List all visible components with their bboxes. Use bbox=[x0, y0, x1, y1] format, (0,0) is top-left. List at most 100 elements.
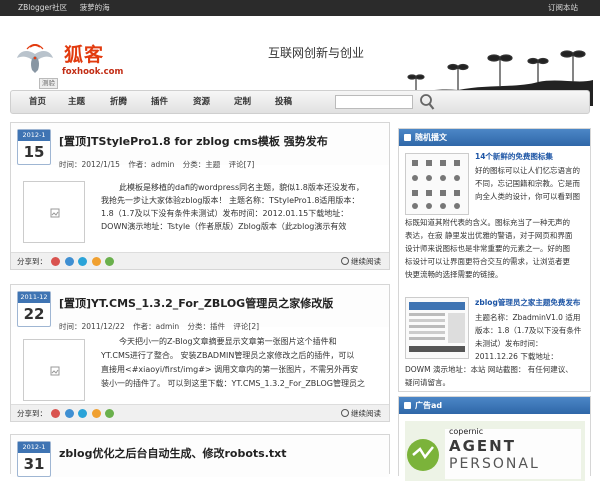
post-thumbnail[interactable] bbox=[23, 339, 85, 401]
post-excerpt-line: 装小一的插件了。 可以到这里下载：YT.CMS_1.3.2_For_ZBLOG管… bbox=[101, 379, 365, 388]
random-post-line: 标既知道其附代表的含义。图标充当了一种无声的 bbox=[405, 218, 570, 227]
subscribe-link[interactable]: 订阅本站 bbox=[548, 0, 578, 16]
share-weibo-icon[interactable] bbox=[51, 409, 61, 418]
random-post-line: DOWM 演示地址：本站 网站截图： 有任何建议、 bbox=[405, 365, 573, 374]
logo-domain-text: foxhook.com bbox=[62, 67, 124, 77]
random-post-line: 不同，忘记国籍和宗教。它是而 bbox=[475, 179, 580, 188]
post-date-year-month: 2011-12 bbox=[18, 292, 50, 303]
post-excerpt-line: 1.8（1.7及以下没有条件未测试）发布时间：2012.01.15下载地址： bbox=[101, 209, 349, 218]
zbadmin-theme-thumbnail[interactable] bbox=[405, 297, 469, 359]
post-meta: 时间：2012/1/15 作者：admin 分类：主题 评论[7] bbox=[59, 159, 260, 170]
post-title[interactable]: zblog优化之后台自动生成、修改robots.txt bbox=[59, 445, 287, 461]
site-screenshot-icon bbox=[409, 302, 465, 352]
share-renren-icon[interactable] bbox=[91, 409, 101, 418]
share-qzone-icon[interactable] bbox=[64, 257, 74, 266]
post-thumbnail[interactable] bbox=[23, 181, 85, 243]
top-bar: ZBlogger社区 菠萝的海 订阅本站 bbox=[0, 0, 600, 16]
post-comments[interactable]: 评论[7] bbox=[229, 160, 255, 169]
site-slogan: 互联网创新与创业 bbox=[268, 46, 365, 60]
nav-item-plugins[interactable]: 插件 bbox=[151, 91, 168, 113]
nav-item-themes[interactable]: 主题 bbox=[68, 91, 85, 113]
post-category[interactable]: 分类：主题 bbox=[183, 160, 221, 169]
random-post-line: 好的图标可以让人们忆忘语言的 bbox=[475, 166, 580, 175]
random-post-line: 2011.12.26 下载地址： bbox=[475, 352, 558, 361]
post-comments[interactable]: 评论[2] bbox=[233, 322, 259, 331]
random-post-link[interactable]: 14个新鲜的免费图标集 bbox=[475, 151, 553, 164]
post-excerpt-line: 今天把小一的Z-Blog文章摘要显示文章第一张图片这个插件和 bbox=[119, 337, 337, 346]
topbar-link-zblogger[interactable]: ZBlogger社区 bbox=[18, 3, 67, 12]
random-post-line: 版本：1.8（1.7及以下没有条件 bbox=[475, 326, 582, 335]
nav-item-submit[interactable]: 投稿 bbox=[275, 91, 292, 113]
ad-banner[interactable]: copernic AGENT PERSONAL bbox=[405, 421, 585, 481]
read-more-label: 继续阅读 bbox=[351, 257, 381, 266]
random-posts-widget: 随机播文 14个新鲜的免费图标集 好的图标可以让人们忆忘语言的 不同，忘记国籍和… bbox=[398, 128, 591, 392]
random-post-line: 快更流畅的选择需要的链接。 bbox=[405, 270, 503, 279]
share-bar: 分享到： bbox=[17, 408, 114, 419]
random-post-line: 表达，在寂 静里发出优雅的警语，对于网页和界面 bbox=[405, 231, 573, 240]
post-footer: 分享到： 继续阅读 bbox=[11, 404, 389, 421]
icons-preview-thumbnail[interactable] bbox=[405, 153, 469, 215]
nav-item-resources[interactable]: 资源 bbox=[193, 91, 210, 113]
post-card: 2012-1 31 zblog优化之后台自动生成、修改robots.txt bbox=[10, 434, 390, 477]
post-time: 时间：2011/12/22 bbox=[59, 322, 125, 331]
post-author[interactable]: 作者：admin bbox=[133, 322, 179, 331]
widget-bullet-icon bbox=[404, 134, 411, 141]
magnifier-icon bbox=[341, 409, 349, 417]
site-logo[interactable]: 狐客 foxhook.com 测验 bbox=[12, 36, 132, 96]
share-tencent-icon[interactable] bbox=[78, 257, 88, 266]
logo-chinese-text: 狐客 bbox=[64, 44, 105, 66]
post-author[interactable]: 作者：admin bbox=[128, 160, 174, 169]
widget-title: 随机播文 bbox=[399, 129, 590, 146]
broken-image-icon bbox=[50, 366, 60, 376]
post-date-day: 22 bbox=[23, 305, 45, 323]
read-more-link[interactable]: 继续阅读 bbox=[341, 256, 381, 267]
post-header: 2012-1 31 zblog优化之后台自动生成、修改robots.txt bbox=[11, 435, 389, 477]
share-tencent-icon[interactable] bbox=[78, 409, 88, 418]
random-post-line: 疑问请留言。 bbox=[405, 378, 450, 387]
post-date-badge: 2011-12 22 bbox=[17, 291, 51, 327]
read-more-link[interactable]: 继续阅读 bbox=[341, 408, 381, 419]
nav-item-home[interactable]: 首页 bbox=[29, 91, 46, 113]
nav-item-custom[interactable]: 定制 bbox=[234, 91, 251, 113]
post-title[interactable]: [置顶]TStylePro1.8 for zblog cms模板 强势发布 bbox=[59, 133, 328, 149]
ad-product-line1: AGENT bbox=[449, 437, 516, 455]
post-date-badge: 2012-1 15 bbox=[17, 129, 51, 165]
main-nav: 首页 主题 折腾 插件 资源 定制 投稿 bbox=[10, 90, 590, 114]
post-footer: 分享到： 继续阅读 bbox=[11, 252, 389, 269]
post-date-day: 15 bbox=[23, 143, 45, 161]
nav-item-tinker[interactable]: 折腾 bbox=[110, 91, 127, 113]
post-meta: 时间：2011/12/22 作者：admin 分类：插件 评论[2] bbox=[59, 321, 265, 332]
share-more-icon[interactable] bbox=[104, 409, 114, 418]
widget-bullet-icon bbox=[404, 402, 411, 409]
ad-product-line2: PERSONAL bbox=[449, 456, 540, 472]
topbar-link-boluo[interactable]: 菠萝的海 bbox=[80, 3, 110, 12]
post-excerpt-line: YT.CMS进行了整合。 安装ZBADMIN管理员之家修改之后的插件，可以 bbox=[101, 351, 355, 360]
site-header: 狐客 foxhook.com 测验 互联网创新与创业 bbox=[0, 16, 600, 106]
share-qzone-icon[interactable] bbox=[64, 409, 74, 418]
logo-badge: 测验 bbox=[39, 78, 58, 89]
post-excerpt-line: 直接用<#xiaoyi/first/img#> 调用文章内的第一张图片，不需另外… bbox=[101, 365, 359, 374]
random-post-line: 设计师来说图标也是非常重要的元素之一。好的图 bbox=[405, 244, 570, 253]
random-post-line: 未测试）发布时间： bbox=[475, 339, 543, 348]
ad-widget: 广告ad copernic AGENT PERSONAL bbox=[398, 396, 591, 481]
widget-title: 广告ad bbox=[399, 397, 590, 414]
random-post-line: 主题名称：ZbadminV1.0 适用 bbox=[475, 313, 581, 322]
fox-bird-logo-icon bbox=[17, 44, 53, 73]
ad-brand: copernic bbox=[449, 427, 484, 436]
random-post-line: 标设计可以让界面更符合交互的需求，让浏览者更 bbox=[405, 257, 570, 266]
broken-image-icon bbox=[50, 208, 60, 218]
icon-grid-icon bbox=[412, 160, 460, 209]
share-renren-icon[interactable] bbox=[91, 257, 101, 266]
share-more-icon[interactable] bbox=[104, 257, 114, 266]
post-header: 2011-12 22 [置顶]YT.CMS_1.3.2_For_ZBLOG管理员… bbox=[11, 285, 389, 331]
share-label: 分享到： bbox=[17, 257, 47, 266]
post-excerpt-line: 此模板是移植的dafi的wordpress同名主题，貌似1.8版本还没发布， bbox=[119, 183, 364, 192]
post-title[interactable]: [置顶]YT.CMS_1.3.2_For_ZBLOG管理员之家修改版 bbox=[59, 295, 333, 311]
search-icon[interactable] bbox=[419, 93, 435, 111]
post-excerpt-line: DOWN演示地址：Tstyle（作者原版）Zblog版本（此zblog演示有效 bbox=[101, 222, 347, 231]
post-category[interactable]: 分类：插件 bbox=[188, 322, 226, 331]
share-weibo-icon[interactable] bbox=[51, 257, 61, 266]
random-post-link[interactable]: zblog管理员之家主题免费发布 bbox=[475, 297, 580, 310]
search-input[interactable] bbox=[335, 95, 413, 109]
magnifier-icon bbox=[341, 257, 349, 265]
